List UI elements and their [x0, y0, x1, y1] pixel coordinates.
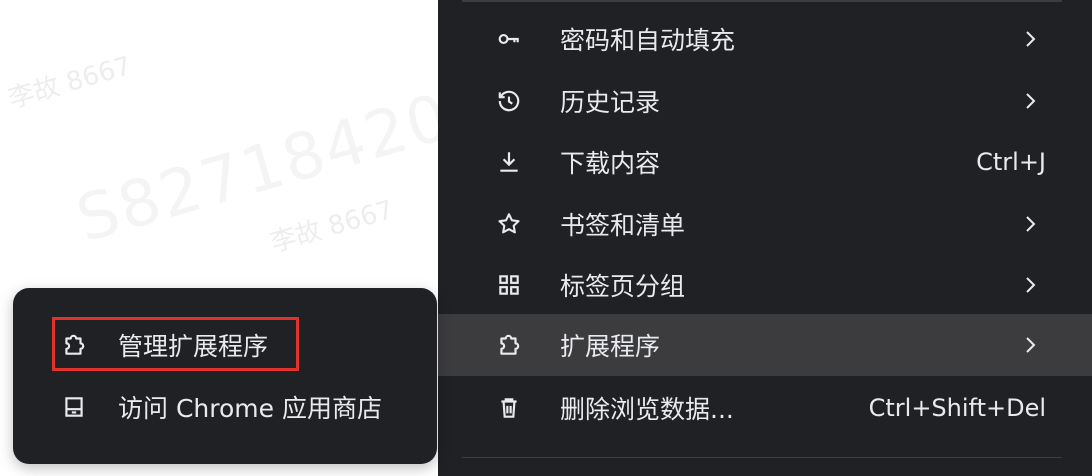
chevron-right-icon: [1020, 24, 1040, 54]
menu-item-downloads[interactable]: 下载内容 Ctrl+J: [438, 131, 1092, 193]
extension-icon: [494, 330, 524, 360]
chevron-right-icon: [1020, 209, 1040, 239]
menu-item-label: 下载内容: [560, 149, 661, 178]
menu-item-passwords[interactable]: 密码和自动填充: [438, 8, 1092, 70]
keyboard-shortcut: Ctrl+J: [976, 148, 1046, 176]
watermark: 李故 8667: [5, 51, 135, 115]
menu-item-label: 书签和清单: [560, 211, 686, 240]
trash-icon: [494, 393, 524, 423]
menu-item-history[interactable]: 历史记录: [438, 70, 1092, 132]
menu-divider: [462, 0, 1062, 2]
submenu-item-chrome-web-store[interactable]: 访问 Chrome 应用商店: [13, 377, 437, 437]
highlight-annotation: [52, 317, 299, 371]
menu-item-label: 密码和自动填充: [560, 26, 736, 55]
keyboard-shortcut: Ctrl+Shift+Del: [868, 394, 1046, 422]
menu-item-extensions[interactable]: 扩展程序: [438, 314, 1092, 376]
menu-item-label: 历史记录: [560, 88, 661, 117]
menu-item-label: 扩展程序: [560, 332, 661, 361]
menu-item-tab-groups[interactable]: 标签页分组: [438, 254, 1092, 316]
watermark: 李故 8667: [267, 195, 397, 259]
download-icon: [494, 147, 524, 177]
menu-item-label: 标签页分组: [560, 272, 686, 301]
menu-item-bookmarks[interactable]: 书签和清单: [438, 193, 1092, 255]
submenu-item-label: 访问 Chrome 应用商店: [118, 394, 382, 423]
chevron-right-icon: [1020, 330, 1040, 360]
tab-groups-icon: [494, 270, 524, 300]
history-icon: [494, 86, 524, 116]
star-icon: [494, 209, 524, 239]
chevron-right-icon: [1020, 270, 1040, 300]
menu-item-label: 删除浏览数据...: [560, 395, 734, 424]
menu-item-clear-browsing-data[interactable]: 删除浏览数据... Ctrl+Shift+Del: [438, 377, 1092, 439]
chrome-main-menu: 密码和自动填充 历史记录 下载内容 Ctrl+J 书签和清单 标签页分组 扩展程…: [438, 0, 1092, 476]
key-icon: [494, 24, 524, 54]
menu-divider: [462, 457, 1062, 458]
web-store-icon: [59, 392, 89, 422]
chevron-right-icon: [1020, 86, 1040, 116]
extensions-submenu: 管理扩展程序 访问 Chrome 应用商店: [13, 288, 437, 464]
